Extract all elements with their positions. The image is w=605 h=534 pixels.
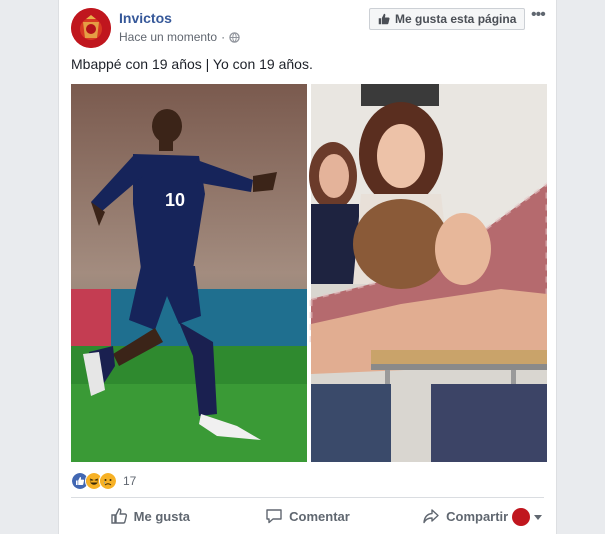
reactions-summary[interactable]: 17 xyxy=(71,472,136,490)
page-name-link[interactable]: Invictos xyxy=(119,10,172,26)
jersey-number: 10 xyxy=(165,190,185,210)
like-label: Me gusta xyxy=(133,508,190,524)
page-avatar[interactable] xyxy=(71,8,111,48)
post-actions-bar: Me gusta Comentar Compartir xyxy=(71,500,544,532)
sleeping-student-photo xyxy=(309,84,547,462)
more-options-icon[interactable]: ••• xyxy=(531,6,546,24)
post-text: Mbappé con 19 años | Yo con 19 años. xyxy=(71,56,313,72)
globe-icon[interactable] xyxy=(229,31,240,43)
reaction-identity-picker[interactable] xyxy=(512,508,542,526)
share-label: Compartir xyxy=(446,508,509,524)
post-photo[interactable]: 10 xyxy=(71,84,547,462)
football-player-photo: 10 xyxy=(71,84,307,462)
crest-logo xyxy=(71,8,111,48)
thumbs-up-icon xyxy=(110,508,127,524)
post-meta: Hace un momento · xyxy=(119,30,240,44)
like-button[interactable]: Me gusta xyxy=(71,507,229,525)
thumbs-up-icon xyxy=(378,13,390,25)
chevron-down-icon xyxy=(534,514,542,520)
post-timestamp[interactable]: Hace un momento xyxy=(119,30,217,44)
comment-icon xyxy=(266,509,282,524)
like-page-button[interactable]: Me gusta esta página xyxy=(369,8,526,30)
comment-button[interactable]: Comentar xyxy=(229,507,387,525)
facebook-post: Invictos Hace un momento · Me gusta esta… xyxy=(58,0,557,534)
sad-reaction-icon xyxy=(99,472,117,490)
reaction-count: 17 xyxy=(123,474,137,488)
like-page-label: Me gusta esta página xyxy=(395,12,517,26)
comment-label: Comentar xyxy=(289,508,350,524)
avatar xyxy=(512,508,530,526)
meta-separator: · xyxy=(221,30,226,44)
action-divider xyxy=(71,497,544,498)
share-arrow-icon xyxy=(423,509,439,524)
